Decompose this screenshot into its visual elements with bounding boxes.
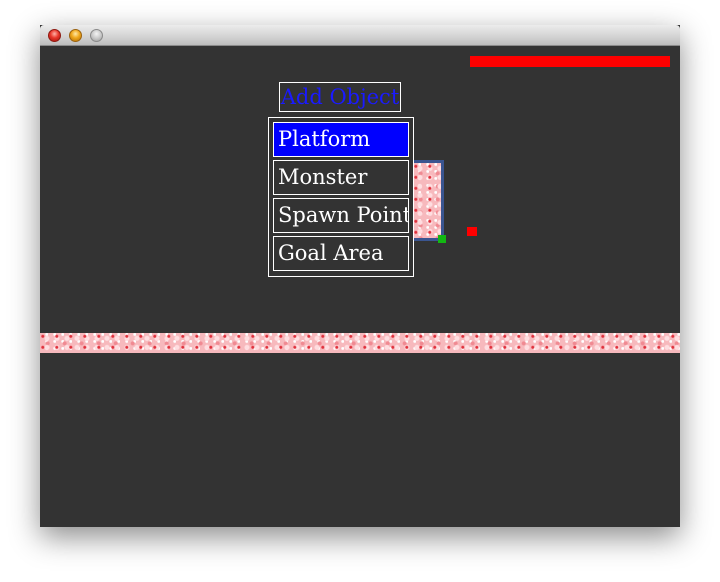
add-object-menu: Platform Monster Spawn Point Goal Area bbox=[268, 117, 414, 277]
menu-item-spawn-point[interactable]: Spawn Point bbox=[273, 198, 409, 233]
platform-texture bbox=[413, 163, 441, 238]
menu-item-goal-area[interactable]: Goal Area bbox=[273, 236, 409, 271]
object-marker[interactable] bbox=[467, 227, 477, 236]
ground-platform[interactable] bbox=[40, 333, 680, 353]
zoom-button[interactable] bbox=[90, 29, 103, 42]
health-bar bbox=[470, 56, 670, 67]
add-object-title: Add Object bbox=[279, 82, 401, 112]
menu-item-platform[interactable]: Platform bbox=[273, 122, 409, 157]
close-button[interactable] bbox=[48, 29, 61, 42]
menu-item-monster[interactable]: Monster bbox=[273, 160, 409, 195]
title-bar[interactable] bbox=[40, 25, 680, 46]
game-canvas[interactable]: Add Object Platform Monster Spawn Point … bbox=[40, 46, 680, 527]
minimize-button[interactable] bbox=[69, 29, 82, 42]
app-window: Add Object Platform Monster Spawn Point … bbox=[40, 25, 680, 527]
resize-handle[interactable] bbox=[438, 235, 446, 243]
selected-platform[interactable] bbox=[410, 160, 444, 241]
